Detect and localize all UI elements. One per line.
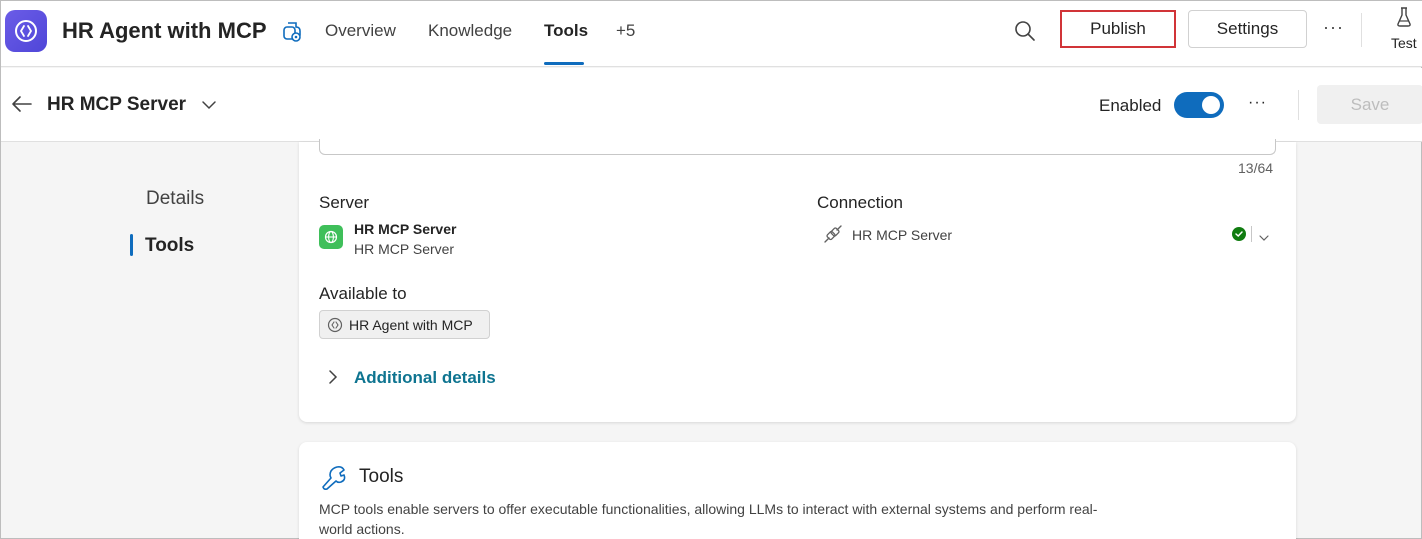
flask-icon[interactable]: [1396, 7, 1412, 27]
server-subtitle: HR MCP Server: [354, 241, 455, 257]
chevron-down-icon[interactable]: [201, 98, 217, 112]
tab-overview[interactable]: Overview: [325, 21, 396, 41]
active-tab-indicator: [544, 62, 584, 65]
active-nav-indicator: [130, 234, 133, 256]
agent-pill-label: HR Agent with MCP: [349, 316, 473, 333]
wrench-icon: [320, 464, 348, 491]
test-button-label[interactable]: Test: [1391, 35, 1417, 51]
nav-item-tools[interactable]: Tools: [145, 235, 194, 257]
tools-section-title: Tools: [359, 466, 404, 487]
available-to-label: Available to: [319, 284, 407, 303]
plug-icon: [822, 223, 844, 245]
agent-pill: HR Agent with MCP: [319, 310, 490, 339]
search-icon[interactable]: [1013, 19, 1037, 43]
connection-label: Connection: [817, 193, 904, 212]
nav-item-details[interactable]: Details: [146, 188, 204, 210]
enabled-toggle[interactable]: [1174, 92, 1224, 118]
divider: [1361, 13, 1362, 47]
enabled-label: Enabled: [1099, 96, 1162, 115]
toggle-knob: [1202, 96, 1220, 114]
save-button[interactable]: Save: [1317, 85, 1422, 124]
chevron-right-icon[interactable]: [326, 368, 340, 386]
server-name: HR MCP Server: [354, 221, 457, 237]
name-input[interactable]: [319, 139, 1276, 155]
agent-logo-icon: [327, 317, 343, 332]
settings-button[interactable]: Settings: [1188, 10, 1307, 48]
connection-name: HR MCP Server: [852, 227, 953, 243]
connected-check-icon: [1232, 227, 1246, 241]
divider: [1298, 90, 1299, 120]
more-options-icon[interactable]: ···: [1323, 17, 1344, 38]
character-counter: 13/64: [1238, 160, 1274, 176]
agent-settings-icon[interactable]: [280, 20, 304, 44]
tools-description: MCP tools enable servers to offer execut…: [319, 501, 1098, 537]
tool-header-bar: HR MCP Server Enabled ··· Save: [1, 68, 1422, 142]
additional-details-link[interactable]: Additional details: [354, 368, 496, 388]
publish-button[interactable]: Publish: [1060, 10, 1176, 48]
tab-tools[interactable]: Tools: [544, 21, 588, 41]
tab-knowledge[interactable]: Knowledge: [428, 21, 512, 41]
tab-more-count[interactable]: +5: [616, 21, 635, 41]
divider: [1251, 226, 1252, 242]
top-bar: HR Agent with MCP Overview Knowledge Too…: [1, 1, 1422, 67]
tool-title: HR MCP Server: [47, 94, 187, 115]
chevron-down-icon[interactable]: [1258, 230, 1270, 241]
globe-icon: [319, 225, 343, 249]
agent-title: HR Agent with MCP: [62, 18, 267, 43]
back-arrow-icon[interactable]: [11, 94, 33, 114]
more-options-icon[interactable]: ···: [1248, 94, 1267, 112]
server-label: Server: [319, 193, 370, 212]
agent-logo-icon[interactable]: [5, 10, 47, 52]
